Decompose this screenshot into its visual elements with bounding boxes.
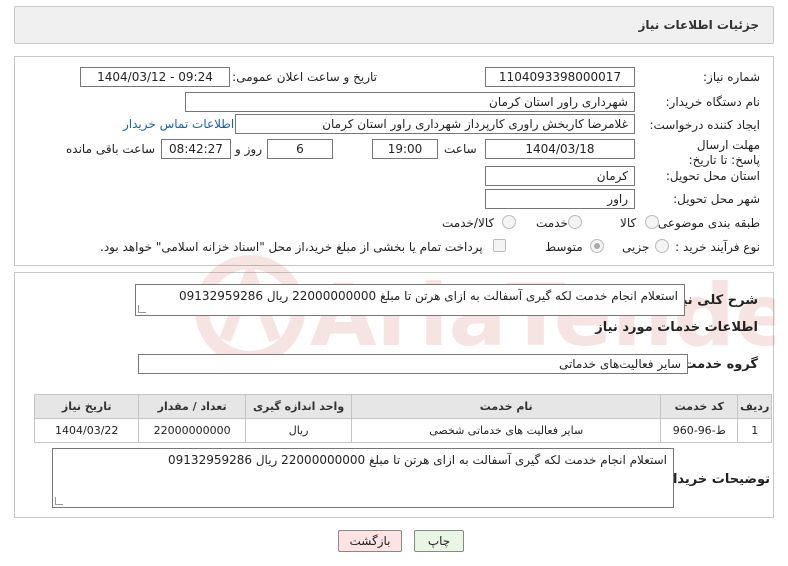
province-label: استان محل تحویل: bbox=[665, 169, 760, 183]
services-table: ردیف کد خدمت نام خدمت واحد اندازه گیری ت… bbox=[33, 394, 772, 443]
column-header-row-number: ردیف bbox=[737, 394, 772, 419]
column-header-service-code: کد خدمت bbox=[660, 394, 739, 419]
purchase-type-label: نوع فرآیند خرید : bbox=[675, 240, 760, 254]
buyer-notes-label: توضیحات خریدار: bbox=[660, 472, 770, 487]
announce-label: تاریخ و ساعت اعلان عمومی: bbox=[232, 70, 377, 84]
cell-row-number: 1 bbox=[737, 418, 772, 443]
category-radio-goods[interactable] bbox=[645, 215, 659, 229]
cell-need-date: 1404/03/22 bbox=[33, 418, 140, 443]
column-header-quantity: تعداد / مقدار bbox=[138, 394, 246, 419]
announce-field: 1404/03/12 - 09:24 bbox=[80, 67, 230, 87]
buyer-org-label: نام دستگاه خریدار: bbox=[665, 95, 761, 109]
category-option-goods-service: کالا/خدمت bbox=[442, 216, 495, 230]
cell-service-code: ط-96-960 bbox=[660, 418, 739, 443]
buyer-org-field: شهرداری راور استان کرمان bbox=[185, 92, 635, 112]
resize-handle-icon[interactable] bbox=[55, 497, 63, 505]
city-label: شهر محل تحویل: bbox=[673, 192, 760, 206]
purchase-option-minor: جزیی bbox=[622, 240, 650, 254]
remaining-time-field: 08:42:27 bbox=[161, 139, 231, 159]
treasury-payment-checkbox[interactable] bbox=[493, 239, 506, 252]
deadline-label: مهلت ارسال پاسخ: تا تاریخ: bbox=[688, 138, 760, 167]
treasury-payment-note: پرداخت تمام یا بخشی از مبلغ خرید،از محل … bbox=[100, 240, 483, 254]
column-header-need-date: تاریخ نیاز bbox=[33, 394, 140, 419]
deadline-time-field: 19:00 bbox=[372, 139, 438, 159]
purchase-option-medium: متوسط bbox=[545, 240, 583, 254]
creator-label: ایجاد کننده درخواست: bbox=[649, 118, 760, 132]
summary-textarea[interactable]: استعلام انجام خدمت لکه گیری آسفالت به از… bbox=[135, 284, 685, 316]
table-header-row: ردیف کد خدمت نام خدمت واحد اندازه گیری ت… bbox=[33, 394, 772, 419]
print-button[interactable]: چاپ bbox=[414, 530, 464, 552]
days-field: 6 bbox=[267, 139, 333, 159]
need-number-field: 1104093398000017 bbox=[485, 67, 635, 87]
category-option-service: خدمت bbox=[536, 216, 568, 230]
cell-unit: ریال bbox=[244, 418, 353, 443]
service-group-field: سایر فعالیت‌های خدماتی bbox=[138, 354, 688, 374]
deadline-date-field: 1404/03/18 bbox=[485, 139, 635, 159]
remaining-label: ساعت باقی مانده bbox=[66, 142, 156, 156]
province-field: کرمان bbox=[485, 166, 635, 186]
category-radio-goods-service[interactable] bbox=[502, 215, 516, 229]
days-label: روز و bbox=[235, 142, 262, 156]
need-number-label: شماره نیاز: bbox=[703, 70, 760, 84]
page-title: جزئیات اطلاعات نیاز bbox=[638, 18, 759, 32]
deadline-time-label: ساعت bbox=[444, 142, 477, 156]
contact-buyer-link[interactable]: اطلاعات تماس خریدار bbox=[123, 117, 234, 131]
purchase-radio-medium[interactable] bbox=[590, 239, 604, 253]
cell-service-name: سایر فعالیت های خدماتی شخصی bbox=[351, 418, 662, 443]
purchase-radio-minor[interactable] bbox=[655, 239, 669, 253]
resize-handle-icon[interactable] bbox=[138, 305, 146, 313]
column-header-unit: واحد اندازه گیری bbox=[244, 394, 353, 419]
buyer-notes-textarea[interactable]: استعلام انجام خدمت لکه گیری آسفالت به از… bbox=[52, 448, 674, 508]
back-button[interactable]: بازگشت bbox=[338, 530, 402, 552]
category-radio-service[interactable] bbox=[568, 215, 582, 229]
services-section-title: اطلاعات خدمات مورد نیاز bbox=[595, 320, 758, 335]
summary-text: استعلام انجام خدمت لکه گیری آسفالت به از… bbox=[179, 289, 678, 303]
category-label: طبقه بندی موضوعی: bbox=[653, 216, 760, 230]
need-info-panel bbox=[14, 56, 774, 266]
buyer-notes-text: استعلام انجام خدمت لکه گیری آسفالت به از… bbox=[168, 453, 667, 467]
page-header: جزئیات اطلاعات نیاز bbox=[14, 6, 774, 44]
column-header-service-name: نام خدمت bbox=[351, 394, 662, 419]
cell-quantity: 22000000000 bbox=[138, 418, 246, 443]
category-option-goods: کالا bbox=[620, 216, 637, 230]
table-row: 1 ط-96-960 سایر فعالیت های خدماتی شخصی ر… bbox=[33, 418, 772, 443]
creator-field: غلامرضا کاربخش راوری کارپرداز شهرداری را… bbox=[235, 114, 635, 134]
city-field: راور bbox=[485, 189, 635, 209]
service-group-label: گروه خدمت: bbox=[678, 357, 758, 372]
